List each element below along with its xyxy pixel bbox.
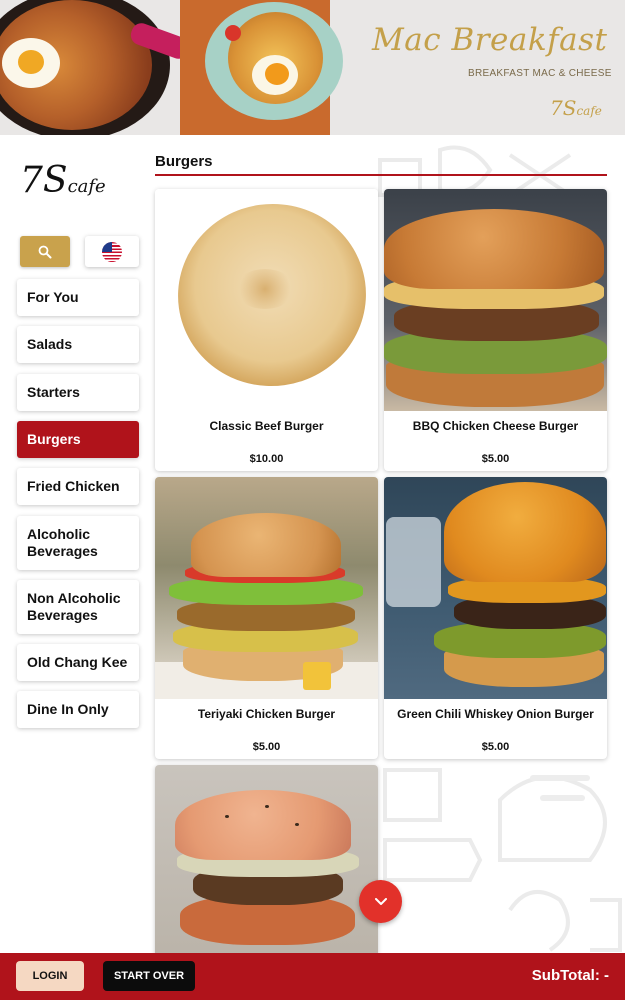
category-for-you[interactable]: For You (17, 279, 139, 316)
section-divider (155, 174, 607, 176)
product-name: Classic Beef Burger (209, 419, 324, 433)
category-label: Salads (27, 336, 73, 352)
us-flag-icon (102, 241, 122, 262)
category-burgers[interactable]: Burgers (17, 421, 139, 458)
top-bun (384, 209, 604, 289)
product-card[interactable]: BBQ Chicken Cheese Burger $5.00 (384, 189, 607, 471)
banner-title: Mac Breakfast (372, 22, 608, 58)
logo-sub: cafe (67, 176, 106, 197)
category-label: Burgers (27, 431, 81, 447)
product-name: Teriyaki Chicken Burger (197, 707, 336, 721)
product-price: $5.00 (481, 453, 510, 465)
product-card[interactable]: Classic Beef Burger $10.00 (155, 189, 378, 471)
bun-seed (265, 805, 269, 808)
category-alcoholic-beverages[interactable]: Alcoholic Beverages (17, 516, 139, 570)
category-old-chang-kee[interactable]: Old Chang Kee (17, 644, 139, 681)
skillet-yolk (18, 50, 44, 74)
product-image (155, 189, 378, 411)
banner-logo-sub: cafe (576, 104, 602, 118)
category-label: For You (27, 289, 79, 305)
cafe-logo: 7Scafe (20, 160, 116, 210)
top-bun (191, 513, 341, 577)
product-name: BBQ Chicken Cheese Burger (412, 419, 579, 433)
product-price: $10.00 (249, 453, 284, 465)
top-bun (444, 482, 606, 582)
category-starters[interactable]: Starters (17, 374, 139, 411)
chevron-down-icon (374, 897, 387, 905)
bun-toast (235, 269, 295, 309)
product-price: $5.00 (481, 741, 510, 753)
bun-seed (295, 823, 299, 826)
category-label: Alcoholic Beverages (27, 526, 98, 559)
category-non-alcoholic-beverages[interactable]: Non Alcoholic Beverages (17, 580, 139, 634)
subtotal-label: SubTotal: - (531, 967, 609, 984)
banner-logo-main: 7S (550, 96, 577, 120)
search-button[interactable] (20, 236, 70, 267)
product-card[interactable]: Green Chili Whiskey Onion Burger $5.00 (384, 477, 607, 759)
bun-seed (225, 815, 229, 818)
top-bun (175, 790, 351, 860)
category-fried-chicken[interactable]: Fried Chicken (17, 468, 139, 505)
category-salads[interactable]: Salads (17, 326, 139, 363)
tomato (225, 25, 241, 41)
category-dine-in-only[interactable]: Dine In Only (17, 691, 139, 728)
category-label: Old Chang Kee (27, 654, 128, 670)
category-label: Non Alcoholic Beverages (27, 590, 121, 623)
product-image (384, 477, 607, 699)
search-icon (38, 245, 52, 258)
banner-subtitle: BREAKFAST MAC & CHEESE (468, 68, 612, 79)
product-price: $5.00 (252, 741, 281, 753)
product-image (384, 189, 607, 411)
category-label: Dine In Only (27, 701, 109, 717)
section-title: Burgers (155, 153, 213, 170)
start-over-button[interactable]: START OVER (103, 961, 195, 991)
flag-canton (102, 241, 112, 252)
product-card[interactable]: Teriyaki Chicken Burger $5.00 (155, 477, 378, 759)
fries (303, 662, 331, 690)
side-bowl (386, 517, 441, 607)
promo-banner[interactable]: Mac Breakfast BREAKFAST MAC & CHEESE 7Sc… (0, 0, 625, 135)
scroll-down-button[interactable] (359, 880, 402, 923)
banner-logo: 7Scafe (550, 96, 602, 120)
product-name: Green Chili Whiskey Onion Burger (397, 707, 594, 721)
category-label: Fried Chicken (27, 478, 120, 494)
plate-yolk (265, 63, 289, 85)
category-label: Starters (27, 384, 80, 400)
language-button[interactable] (85, 236, 139, 267)
logo-main: 7S (20, 160, 68, 201)
product-image (155, 477, 378, 699)
login-button[interactable]: LOGIN (16, 961, 84, 991)
